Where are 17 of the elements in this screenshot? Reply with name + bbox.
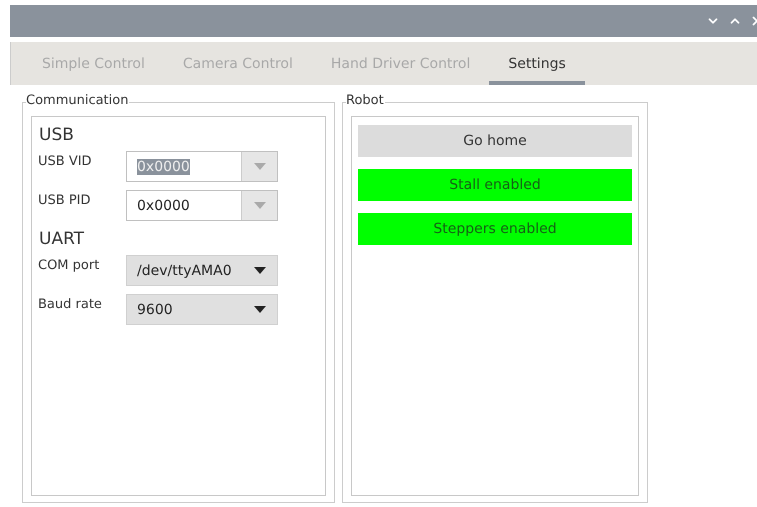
dropdown-arrow-icon [254,163,266,170]
field-label: USB PID [38,192,92,208]
combo-box[interactable]: 0x0000 [126,190,278,221]
field-label: Baud rate [38,296,103,312]
dropdown-arrow-icon [254,306,266,313]
robot-button[interactable]: Go home [358,125,632,157]
robot-button[interactable]: Stall enabled [358,169,632,201]
field-label: COM port [38,257,100,273]
dropdown-arrow-icon [254,267,266,274]
dropdown-arrow-icon [254,202,266,209]
field-label: USB VID [38,153,93,169]
section-heading: UART [39,229,86,249]
combo-box[interactable]: 9600 [126,294,278,325]
robot-button[interactable]: Steppers enabled [358,213,632,245]
combo-box[interactable]: /dev/ttyAMA0 [126,255,278,286]
section-heading: USB [39,125,75,145]
tab[interactable]: Settings [489,42,585,85]
